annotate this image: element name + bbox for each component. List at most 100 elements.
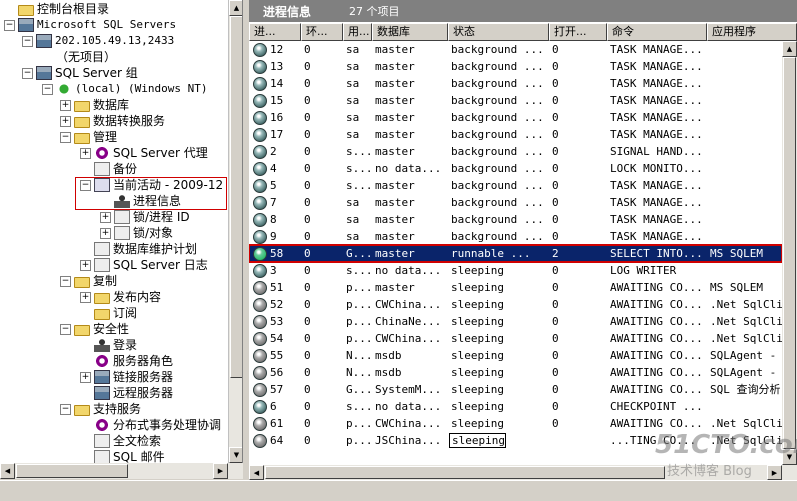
- table-row[interactable]: 4 0 s... no data... background ... 0 LOCK MONI…: [249, 160, 782, 177]
- process-id: 4: [270, 162, 277, 175]
- column-header-state[interactable]: 状态: [448, 23, 549, 41]
- collapse-icon[interactable]: −: [60, 131, 71, 143]
- table-row[interactable]: 6 0 s... no data... sleeping 0 CHECKPOINT ...: [249, 398, 782, 415]
- expand-icon[interactable]: +: [80, 291, 91, 303]
- scroll-thumb[interactable]: [16, 464, 128, 478]
- console-tree[interactable]: 控制台根目录 − Microsoft SQL Servers −202.105.49.…: [0, 0, 243, 463]
- table-row[interactable]: 15 0 sa master background ... 0 TASK MANAGE...: [249, 92, 782, 109]
- column-header-id[interactable]: 进...: [249, 23, 301, 41]
- expand-icon[interactable]: +: [80, 259, 91, 271]
- expand-icon[interactable]: +: [80, 147, 91, 159]
- column-header-env[interactable]: 环...: [301, 23, 343, 41]
- table-row[interactable]: 56 0 N... msdb sleeping 0 AWAITING CO... SQLAge…: [249, 364, 782, 381]
- tree-item[interactable]: 备份: [80, 161, 137, 177]
- tree-item[interactable]: − 复制: [60, 273, 117, 289]
- table-row[interactable]: 3 0 s... no data... sleeping 0 LOG WRITER: [249, 262, 782, 279]
- scroll-thumb[interactable]: [265, 466, 665, 479]
- table-row[interactable]: 51 0 p... master sleeping 0 AWAITING CO... MS S…: [249, 279, 782, 296]
- column-header-cmd[interactable]: 命令: [607, 23, 707, 41]
- cell-open: 0: [552, 349, 559, 362]
- expand-icon[interactable]: +: [100, 227, 111, 239]
- tree-item[interactable]: 控制台根目录: [4, 1, 109, 17]
- scroll-up-button[interactable]: ▲: [229, 0, 242, 16]
- table-row[interactable]: 52 0 p... CWChina... sleeping 0 AWAITING CO...…: [249, 296, 783, 313]
- collapse-icon[interactable]: −: [22, 67, 33, 79]
- tree-item[interactable]: （无项目）: [42, 49, 116, 65]
- table-row[interactable]: 54 0 p... CWChina... sleeping 0 AWAITING CO...…: [249, 330, 783, 347]
- scroll-down-button[interactable]: ▼: [229, 447, 242, 463]
- tree-item[interactable]: − 管理: [60, 129, 117, 145]
- tree-item[interactable]: SQL 邮件: [80, 449, 165, 463]
- expand-icon[interactable]: +: [60, 99, 71, 111]
- state-edit-field[interactable]: sleeping: [449, 433, 506, 448]
- tree-item[interactable]: + SQL Server 日志: [80, 257, 208, 273]
- expand-icon[interactable]: +: [80, 371, 91, 383]
- tree-vertical-scrollbar[interactable]: ▲ ▼: [228, 0, 242, 463]
- scroll-up-button[interactable]: ▲: [782, 41, 797, 57]
- table-row[interactable]: 5 0 s... master background ... 0 TASK MANAGE..…: [249, 177, 782, 194]
- cell-env: 0: [304, 111, 311, 124]
- tree-horizontal-scrollbar[interactable]: ◀ ▶: [0, 463, 243, 479]
- tree-item[interactable]: 订阅: [80, 305, 137, 321]
- collapse-icon[interactable]: −: [60, 275, 71, 287]
- tree-item[interactable]: − 202.105.49.13,2433: [22, 33, 174, 49]
- tree-item[interactable]: + SQL Server 代理: [80, 145, 208, 161]
- scroll-thumb[interactable]: [230, 16, 242, 378]
- tree-item[interactable]: 登录: [80, 337, 137, 353]
- tree-item[interactable]: − Microsoft SQL Servers: [4, 17, 176, 33]
- collapse-icon[interactable]: −: [60, 323, 71, 335]
- scroll-left-button[interactable]: ◀: [0, 463, 15, 479]
- table-row[interactable]: 17 0 sa master background ... 0 TASK MANAGE...: [249, 126, 782, 143]
- tree-item[interactable]: 服务器角色: [80, 353, 173, 369]
- scroll-right-button[interactable]: ▶: [767, 465, 782, 480]
- tree-item[interactable]: 数据库维护计划: [80, 241, 197, 257]
- table-row[interactable]: 14 0 sa master background ... 0 TASK MANAGE...: [249, 75, 782, 92]
- table-row[interactable]: 8 0 sa master background ... 0 TASK MANAGE...: [249, 211, 782, 228]
- table-row[interactable]: 13 0 sa master background ... 0 TASK MANAGE...: [249, 58, 782, 75]
- collapse-icon[interactable]: −: [22, 35, 33, 47]
- collapse-icon[interactable]: −: [4, 19, 15, 31]
- tree-item[interactable]: 远程服务器: [80, 385, 173, 401]
- tree-item[interactable]: − (local) (Windows NT): [42, 81, 207, 97]
- tree-item[interactable]: + 链接服务器: [80, 369, 173, 385]
- scroll-left-button[interactable]: ◀: [249, 465, 264, 480]
- tree-item[interactable]: 全文检索: [80, 433, 161, 449]
- table-row[interactable]: 53 0 p... ChinaNe... sleeping 0 AWAITING CO...…: [249, 313, 783, 330]
- table-row[interactable]: 12 0 sa master background ... 0 TASK MANAGE...: [249, 41, 782, 58]
- process-id: 15: [270, 94, 284, 107]
- cell-open: 0: [552, 366, 559, 379]
- expand-icon[interactable]: +: [100, 211, 111, 223]
- column-header-db[interactable]: 数据库: [372, 23, 448, 41]
- scroll-down-button[interactable]: ▼: [782, 449, 797, 465]
- table-row[interactable]: 61 0 p... CWChina... sleeping 0 AWAITING CO...…: [249, 415, 783, 432]
- column-header-open[interactable]: 打开...: [549, 23, 607, 41]
- tree-item[interactable]: + 数据库: [60, 97, 129, 113]
- table-row[interactable]: 9 0 sa master background ... 0 TASK MANAGE...: [249, 228, 782, 245]
- expand-icon[interactable]: +: [60, 115, 71, 127]
- gear-icon: [94, 354, 110, 368]
- tree-item[interactable]: + 锁/对象: [100, 225, 173, 241]
- tree-item[interactable]: 分布式事务处理协调: [80, 417, 221, 433]
- table-row[interactable]: 58 0 G... master runnable ... 2 SELECT INTO...…: [249, 244, 783, 263]
- table-row[interactable]: 64 0 p... JSChina... sleeping ...TING CO... .N…: [249, 432, 783, 449]
- table-row[interactable]: 2 0 s... master background ... 0 SIGNAL HAND..…: [249, 143, 782, 160]
- scroll-right-button[interactable]: ▶: [213, 463, 228, 479]
- scroll-thumb[interactable]: [783, 57, 796, 449]
- collapse-icon[interactable]: −: [60, 403, 71, 415]
- process-list[interactable]: 12 0 sa master background ... 0 TASK MANAGE...…: [249, 41, 783, 449]
- collapse-icon[interactable]: −: [42, 83, 53, 95]
- vertical-scrollbar[interactable]: ▲ ▼: [782, 41, 797, 465]
- tree-item[interactable]: − SQL Server 组: [22, 65, 138, 81]
- horizontal-scrollbar[interactable]: ◀ ▶: [249, 465, 797, 480]
- column-header-user[interactable]: 用...: [343, 23, 372, 41]
- tree-item[interactable]: − 安全性: [60, 321, 129, 337]
- tree-item[interactable]: − 支持服务: [60, 401, 141, 417]
- column-header-app[interactable]: 应用程序: [707, 23, 797, 41]
- table-row[interactable]: 57 0 G... SystemM... sleeping 0 AWAITING CO...…: [249, 381, 782, 398]
- table-row[interactable]: 55 0 N... msdb sleeping 0 AWAITING CO... SQLAge…: [249, 347, 782, 364]
- table-row[interactable]: 7 0 sa master background ... 0 TASK MANAGE...: [249, 194, 782, 211]
- tree-item[interactable]: + 锁/进程 ID: [100, 209, 190, 225]
- tree-item[interactable]: + 数据转换服务: [60, 113, 165, 129]
- table-row[interactable]: 16 0 sa master background ... 0 TASK MANAGE...: [249, 109, 782, 126]
- tree-item[interactable]: + 发布内容: [80, 289, 161, 305]
